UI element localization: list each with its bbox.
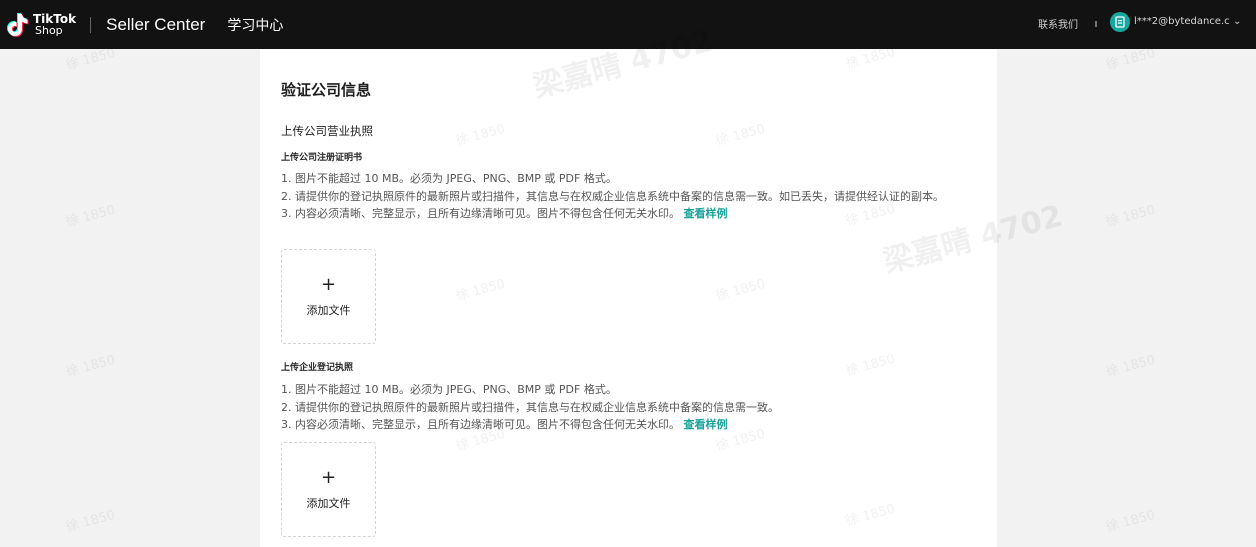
top-navigation-bar: TikTok Shop Seller Center 学习中心 联系我们 l***…: [0, 0, 1256, 49]
watermark: 徐 1850: [64, 202, 117, 231]
tiktok-note-icon: [6, 12, 30, 38]
block2-upload-area[interactable]: + 添加文件: [281, 442, 376, 537]
watermark: 徐 1850: [454, 276, 507, 305]
avatar[interactable]: [1110, 12, 1130, 32]
watermark: 徐 1850: [714, 276, 767, 305]
plus-icon: +: [320, 466, 337, 488]
block1-upload-area[interactable]: + 添加文件: [281, 249, 376, 344]
block2-rule-3: 3. 内容必须清晰、完整显示，且所有边缘清晰可见。图片不得包含任何无关水印。: [281, 418, 680, 431]
logo-line2: Shop: [35, 23, 63, 37]
watermark: 徐 1850: [64, 507, 117, 536]
section-title: 上传公司营业执照: [281, 124, 373, 138]
block2-rules: 1. 图片不能超过 10 MB。必须为 JPEG、PNG、BMP 或 PDF 格…: [281, 381, 981, 434]
block1-rules: 1. 图片不能超过 10 MB。必须为 JPEG、PNG、BMP 或 PDF 格…: [281, 170, 981, 223]
block1-rule-2: 2. 请提供你的登记执照原件的最新照片或扫描件，其信息与在权威企业信息系统中备案…: [281, 189, 944, 203]
logo-line1: TikTok: [33, 11, 77, 26]
watermark: 徐 1850: [1104, 202, 1157, 231]
header-separator: [1095, 21, 1097, 27]
header-divider: [90, 16, 92, 33]
watermark: 徐 1850: [1104, 352, 1157, 381]
app-name[interactable]: Seller Center: [106, 15, 205, 35]
chevron-down-icon[interactable]: ⌄: [1233, 16, 1241, 27]
watermark: 徐 1850: [844, 351, 897, 380]
block1-view-example-link[interactable]: 查看样例: [684, 207, 728, 220]
nav-learning-center[interactable]: 学习中心: [227, 15, 283, 35]
block2-rule-1: 1. 图片不能超过 10 MB。必须为 JPEG、PNG、BMP 或 PDF 格…: [281, 383, 617, 396]
page-title: 验证公司信息: [281, 81, 372, 99]
block2-subtitle: 上传企业登记执照: [281, 363, 354, 373]
watermark: 徐 1850: [1104, 507, 1157, 536]
plus-icon: +: [320, 273, 337, 295]
contact-us-link[interactable]: 联系我们: [1038, 16, 1078, 31]
block2-rule-2: 2. 请提供你的登记执照原件的最新照片或扫描件，其信息与在权威企业信息系统中备案…: [281, 400, 779, 414]
tiktok-shop-logo[interactable]: TikTok Shop: [6, 12, 76, 38]
account-email[interactable]: l***2@bytedance.c: [1134, 16, 1230, 27]
block2-view-example-link[interactable]: 查看样例: [684, 418, 728, 431]
block2-upload-label: 添加文件: [306, 496, 351, 510]
watermark: 徐 1850: [714, 121, 767, 150]
verify-company-card: 验证公司信息 上传公司营业执照 上传公司注册证明书 1. 图片不能超过 10 M…: [260, 24, 1066, 547]
watermark: 徐 1850: [64, 352, 117, 381]
shop-icon: [1115, 16, 1125, 28]
block1-rule-3: 3. 内容必须清晰、完整显示，且所有边缘清晰可见。图片不得包含任何无关水印。: [281, 207, 680, 220]
block1-rule-1: 1. 图片不能超过 10 MB。必须为 JPEG、PNG、BMP 或 PDF 格…: [281, 172, 617, 185]
watermark: 徐 1850: [454, 121, 507, 150]
block1-rule-3-line: 3. 内容必须清晰、完整显示，且所有边缘清晰可见。图片不得包含任何无关水印。 查…: [281, 205, 981, 223]
watermark: 徐 1850: [844, 501, 897, 530]
block2-rule-3-line: 3. 内容必须清晰、完整显示，且所有边缘清晰可见。图片不得包含任何无关水印。 查…: [281, 416, 981, 434]
block1-upload-label: 添加文件: [306, 303, 351, 317]
logo-text: TikTok Shop: [33, 11, 77, 37]
block1-subtitle: 上传公司注册证明书: [281, 153, 363, 163]
